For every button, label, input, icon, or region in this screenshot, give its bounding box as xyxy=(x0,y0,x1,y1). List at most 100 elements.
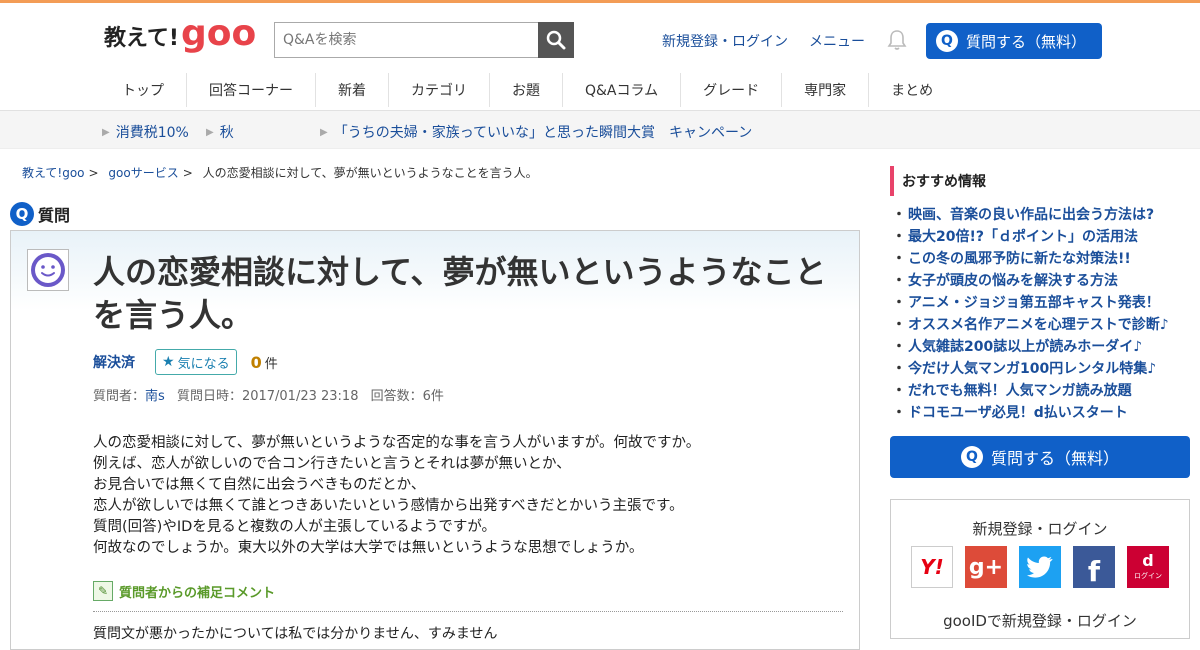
sidebar-ask-button[interactable]: Q 質問する（無料） xyxy=(890,436,1190,478)
asker-name-link[interactable]: 南s xyxy=(145,389,165,404)
list-item[interactable]: ・人気雑誌200誌以上が読みホーダイ♪ xyxy=(892,336,1169,358)
q-icon: Q xyxy=(936,30,958,52)
star-icon: ★ xyxy=(162,354,175,370)
nav-top[interactable]: トップ xyxy=(100,73,187,107)
nav-odai[interactable]: お題 xyxy=(490,73,563,107)
question-body-line: 何故なのでしょうか。東大以外の大学は大学では無いというような思想でしょうか。 xyxy=(93,540,644,556)
google-plus-label: g+ xyxy=(968,554,1004,580)
nav-new[interactable]: 新着 xyxy=(316,73,389,107)
bullet: ・ xyxy=(892,273,906,289)
recommend-link[interactable]: だれでも無料！人気マンガ読み放題 xyxy=(908,383,1132,399)
q-icon: Q xyxy=(960,446,983,468)
recommend-link[interactable]: この冬の風邪予防に新たな対策法!! xyxy=(908,251,1131,267)
sub-link-campaign[interactable]: ▶ 「うちの夫婦・家族っていいな」と思った瞬間大賞 キャンペーン xyxy=(320,122,752,142)
bullet: ・ xyxy=(892,383,906,399)
supplement-header: ✎ 質問者からの補足コメント xyxy=(93,581,275,601)
pencil-icon: ✎ xyxy=(93,581,113,601)
search-button[interactable] xyxy=(538,22,574,58)
answer-count: 回答数：6件 xyxy=(370,389,444,404)
register-login-link[interactable]: 新規登録・ログイン xyxy=(662,31,788,51)
sub-link-autumn[interactable]: ▶ 秋 xyxy=(206,122,234,142)
recommend-link[interactable]: 女子が頭皮の悩みを解決する方法 xyxy=(908,273,1118,289)
facebook-login-icon[interactable]: f xyxy=(1073,546,1115,588)
sub-link-tax[interactable]: ▶ 消費税10% xyxy=(102,122,189,142)
recommend-title: おすすめ情報 xyxy=(890,166,986,196)
recommend-list: ・映画、音楽の良い作品に出会う方法は? ・最大20倍!?「ｄポイント」の活用法 … xyxy=(892,204,1169,424)
list-item[interactable]: ・映画、音楽の良い作品に出会う方法は? xyxy=(892,204,1169,226)
recommend-link[interactable]: 人気雑誌200誌以上が読みホーダイ♪ xyxy=(908,339,1142,355)
search-input[interactable] xyxy=(274,22,538,58)
sidebar-ask-label: 質問する（無料） xyxy=(990,449,1119,468)
logo-brand: goo xyxy=(180,13,257,54)
triangle-right-icon: ▶ xyxy=(206,127,214,138)
main-nav: トップ 回答コーナー 新着 カテゴリ お題 Q&Aコラム グレード 専門家 まと… xyxy=(100,73,955,107)
bell-icon[interactable] xyxy=(886,29,908,51)
sub-link-label: 「うちの夫婦・家族っていいな」と思った瞬間大賞 キャンペーン xyxy=(333,125,753,141)
bullet: ・ xyxy=(892,361,906,377)
bullet: ・ xyxy=(892,339,906,355)
sub-link-label: 秋 xyxy=(219,125,234,141)
facebook-label: f xyxy=(1087,555,1101,588)
menu-link[interactable]: メニュー xyxy=(809,31,865,51)
list-item[interactable]: ・だれでも無料！人気マンガ読み放題 xyxy=(892,380,1169,402)
question-body: 人の恋愛相談に対して、夢が無いというような否定的な事を言う人がいますが。何故です… xyxy=(93,433,833,559)
breadcrumb-goo-service[interactable]: gooサービス xyxy=(108,166,178,180)
list-item[interactable]: ・アニメ・ジョジョ第五部キャスト発表！ xyxy=(892,292,1169,314)
triangle-right-icon: ▶ xyxy=(102,127,110,138)
breadcrumb-separator: > xyxy=(182,166,193,180)
recommend-link[interactable]: アニメ・ジョジョ第五部キャスト発表！ xyxy=(908,295,1160,311)
sub-link-label: 消費税10% xyxy=(115,125,189,141)
nav-answer-corner[interactable]: 回答コーナー xyxy=(187,73,316,107)
recommend-link[interactable]: ドコモユーザ必見！d払いスタート xyxy=(908,405,1128,421)
list-item[interactable]: ・オススメ名作アニメを心理テストで診断♪ xyxy=(892,314,1169,336)
bullet: ・ xyxy=(892,405,906,421)
logo-text: 教えて! xyxy=(104,26,179,51)
bullet: ・ xyxy=(892,229,906,245)
question-section-header: Q 質問 xyxy=(10,202,70,226)
search-bar xyxy=(274,22,574,58)
docomo-sub-label: ログイン xyxy=(1134,572,1162,580)
recommend-link[interactable]: 映画、音楽の良い作品に出会う方法は? xyxy=(908,207,1154,223)
question-body-line: 人の恋愛相談に対して、夢が無いというような否定的な事を言う人がいますが。何故です… xyxy=(93,435,701,451)
question-status-row: 解決済 ★ 気になる 0 件 xyxy=(93,349,278,375)
kininaru-button[interactable]: ★ 気になる xyxy=(155,349,237,375)
list-item[interactable]: ・この冬の風邪予防に新たな対策法!! xyxy=(892,248,1169,270)
nav-matome[interactable]: まとめ xyxy=(869,73,955,107)
site-logo[interactable]: 教えて! goo xyxy=(104,16,256,56)
bullet: ・ xyxy=(892,295,906,311)
list-item[interactable]: ・今だけ人気マンガ100円レンタル特集♪ xyxy=(892,358,1169,380)
list-item[interactable]: ・ドコモユーザ必見！d払いスタート xyxy=(892,402,1169,424)
status-badge: 解決済 xyxy=(93,355,135,371)
ask-question-button[interactable]: Q 質問する（無料） xyxy=(926,23,1102,59)
list-item[interactable]: ・最大20倍!?「ｄポイント」の活用法 xyxy=(892,226,1169,248)
yahoo-label: Y! xyxy=(920,555,944,579)
ask-question-label: 質問する（無料） xyxy=(966,32,1087,51)
avatar[interactable] xyxy=(27,249,69,291)
nav-grade[interactable]: グレード xyxy=(681,73,783,107)
docomo-login-icon[interactable]: d ログイン xyxy=(1127,546,1169,588)
triangle-right-icon: ▶ xyxy=(320,127,328,138)
bullet: ・ xyxy=(892,251,906,267)
question-date: 質問日時：2017/01/23 23:18 xyxy=(176,389,359,404)
gooid-login-text[interactable]: gooIDで新規登録・ログイン xyxy=(891,610,1189,631)
recommend-link[interactable]: 今だけ人気マンガ100円レンタル特集♪ xyxy=(908,361,1156,377)
question-section-label: 質問 xyxy=(38,206,71,225)
recommend-link[interactable]: 最大20倍!?「ｄポイント」の活用法 xyxy=(908,229,1138,245)
login-box: 新規登録・ログイン Y! g+ f d ログイン gooIDで新規登録・ログイン xyxy=(890,499,1190,639)
nav-category[interactable]: カテゴリ xyxy=(389,73,490,107)
google-plus-login-icon[interactable]: g+ xyxy=(965,546,1007,588)
list-item[interactable]: ・女子が頭皮の悩みを解決する方法 xyxy=(892,270,1169,292)
bullet: ・ xyxy=(892,207,906,223)
login-title: 新規登録・ログイン xyxy=(972,520,1108,538)
asker-info: 質問者：南s xyxy=(93,389,165,404)
twitter-login-icon[interactable] xyxy=(1019,546,1061,588)
nav-expert[interactable]: 専門家 xyxy=(782,73,870,107)
breadcrumb-current: 人の恋愛相談に対して、夢が無いというようなことを言う人。 xyxy=(202,166,538,180)
bullet: ・ xyxy=(892,317,906,333)
recommend-link[interactable]: オススメ名作アニメを心理テストで診断♪ xyxy=(908,317,1169,333)
yahoo-login-icon[interactable]: Y! xyxy=(911,546,953,588)
site-header: 教えて! goo 新規登録・ログイン メニュー Q 質問する（無料） トップ 回… xyxy=(0,3,1200,111)
question-title: 人の恋愛相談に対して、夢が無いというようなことを言う人。 xyxy=(93,253,827,334)
nav-qa-column[interactable]: Q&Aコラム xyxy=(563,73,682,107)
breadcrumb-home[interactable]: 教えて!goo xyxy=(22,166,85,180)
